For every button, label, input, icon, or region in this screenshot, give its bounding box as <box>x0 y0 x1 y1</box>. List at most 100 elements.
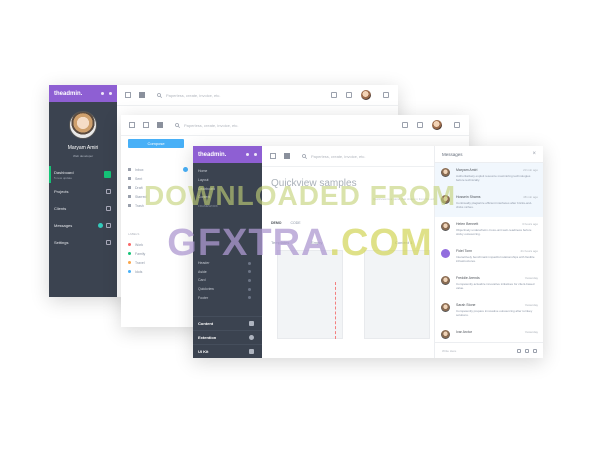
menu-extention[interactable]: Extention <box>193 330 262 344</box>
message-text: Competently actualize innovative initiat… <box>456 282 535 290</box>
folder-starred[interactable]: Starred <box>128 192 188 201</box>
folder-trash[interactable]: Trash <box>128 201 188 210</box>
gear-icon <box>106 240 111 245</box>
label-item[interactable]: Family <box>128 249 145 258</box>
trash-icon <box>128 204 131 207</box>
close-icon[interactable]: × <box>532 151 536 157</box>
sidebar-item-label: Dashboard <box>198 186 216 191</box>
sidebar-item-projects[interactable]: Projects <box>49 183 117 200</box>
sidebar-heading: FRAMEWORK <box>198 204 218 209</box>
menu-ui-kit[interactable]: UI Kit <box>193 344 262 358</box>
pin-icon[interactable] <box>109 92 112 95</box>
quickview-card-empty[interactable] <box>277 250 343 339</box>
messages-quickview: Messages × Maryam Amiri 23 min ago Authori… <box>434 146 543 358</box>
sidebar-item-dashboard[interactable]: Dashboard 5 new update <box>49 166 117 183</box>
topbar: Paperless, create, invoice, etc. <box>262 146 434 167</box>
sidebar-item-messages[interactable]: Messages <box>49 217 117 234</box>
folder-draft[interactable]: Draft <box>128 183 188 192</box>
bell-icon[interactable] <box>346 92 352 98</box>
menu-content[interactable]: Content <box>193 316 262 330</box>
expand-icon[interactable] <box>270 153 276 159</box>
message-item[interactable]: Hossein Shams 48 min ago Continually plagi… <box>435 190 543 217</box>
message-item[interactable]: Maryam Amiri 23 min ago Authoritatively ex… <box>435 163 543 190</box>
message-time: 3 hours ago <box>522 222 538 226</box>
compose-placeholder: Write Here <box>442 348 457 353</box>
message-text: Authoritatively exploit resource maximiz… <box>456 174 531 182</box>
mail-icon[interactable] <box>331 92 337 98</box>
expand-icon[interactable] <box>125 92 131 98</box>
label-dot <box>128 252 131 255</box>
sidebar-item-card[interactable]: Card <box>193 276 262 285</box>
sidebar-item-layout[interactable]: Layout <box>193 176 262 185</box>
menu-icon[interactable] <box>383 92 389 98</box>
sidebar-item-label: Home <box>198 169 208 174</box>
menu-icon[interactable] <box>129 122 135 128</box>
dot-icon <box>248 296 251 300</box>
label-item[interactable]: Work <box>128 240 145 249</box>
grid-icon[interactable] <box>284 153 290 159</box>
label-item[interactable]: Travel <box>128 258 145 267</box>
avatar[interactable] <box>69 111 97 139</box>
message-compose[interactable]: Write Here <box>435 342 543 358</box>
folder-label: Inbox <box>135 167 144 172</box>
sidebar-item-header[interactable]: Header <box>193 259 262 268</box>
message-text: Continually plagiarize efficient interfa… <box>456 201 532 209</box>
tab-demo[interactable]: DEMO <box>271 221 282 225</box>
page-subtitle: Quickview is a panel that slides in from… <box>373 197 438 201</box>
user-avatar[interactable] <box>432 120 442 130</box>
dot-icon[interactable] <box>101 92 104 95</box>
profile-role: Web developer <box>72 154 94 158</box>
sidebar-item-dashboard[interactable]: Dashboard <box>193 184 262 193</box>
sidebar-item-label: Settings <box>54 240 69 245</box>
pin-icon[interactable] <box>254 153 257 156</box>
folder-sent[interactable]: Sent <box>128 174 188 183</box>
brand-bar: theadmin. <box>49 85 117 102</box>
inbox-icon <box>128 168 131 171</box>
user-avatar[interactable] <box>361 90 371 100</box>
topbar: Paperless, create, invoice, etc. <box>121 115 469 136</box>
mail-icon[interactable] <box>402 122 408 128</box>
sidebar-item-quickview[interactable]: Quickview <box>193 285 262 294</box>
dot-icon[interactable] <box>246 153 249 156</box>
grid-icon[interactable] <box>157 122 163 128</box>
sidebar-item-content[interactable]: Content <box>193 193 262 202</box>
search-placeholder: Paperless, create, invoice, etc. <box>184 122 239 128</box>
send-icon <box>128 177 131 180</box>
sidebar-item-clients[interactable]: Clients <box>49 200 117 217</box>
dot-icon <box>248 287 251 291</box>
search-placeholder: Paperless, create, invoice, etc. <box>311 153 366 159</box>
message-time: 21 hours ago <box>520 249 538 253</box>
search-input[interactable]: Paperless, create, invoice, etc. <box>175 123 238 128</box>
menu-label: Content <box>198 321 214 326</box>
folder-inbox[interactable]: Inbox <box>128 165 188 174</box>
quickview-card-content[interactable] <box>364 250 430 339</box>
menu-icon[interactable] <box>454 122 460 128</box>
search-placeholder: Paperless, create, invoice, etc. <box>166 92 221 98</box>
sidebar-item-aside[interactable]: Aside <box>193 267 262 276</box>
grid-icon[interactable] <box>139 92 145 98</box>
sidebar-item-home[interactable]: Home <box>193 167 262 176</box>
sidebar: theadmin. Maryam Amiri Web developer Das… <box>49 85 117 297</box>
compose-button[interactable]: Compose <box>128 139 184 148</box>
tab-code[interactable]: CODE <box>291 221 301 225</box>
folder-label: Starred <box>135 194 147 199</box>
search-input[interactable]: Paperless, create, invoice, etc. <box>157 93 220 98</box>
expand-icon[interactable] <box>143 122 149 128</box>
user-icon <box>106 206 111 211</box>
bell-icon[interactable] <box>417 122 423 128</box>
search-input[interactable]: Paperless, create, invoice, etc. <box>302 154 365 159</box>
message-item[interactable]: Helen Bennett 3 hours ago Objectively unde… <box>435 217 543 244</box>
emoji-icon[interactable] <box>517 348 521 353</box>
sidebar-item-footer[interactable]: Footer <box>193 294 262 303</box>
home-icon <box>104 171 111 178</box>
send-icon[interactable] <box>533 348 537 353</box>
tabs: DEMO CODE <box>271 221 301 225</box>
attach-icon[interactable] <box>525 348 529 353</box>
label-item[interactable]: Idols <box>128 267 145 276</box>
message-item[interactable]: Fidel Tonn 21 hours ago Interactively benc… <box>435 244 543 271</box>
quickview-panel-preview <box>335 282 349 339</box>
sidebar-item-settings[interactable]: Settings <box>49 234 117 251</box>
message-text: Interactively benchmark impactful relati… <box>456 255 535 263</box>
message-item[interactable]: Sarah Stone Yesterday Competently prepare … <box>435 298 543 325</box>
message-item[interactable]: Freddie Arends Yesterday Competently actua… <box>435 271 543 298</box>
